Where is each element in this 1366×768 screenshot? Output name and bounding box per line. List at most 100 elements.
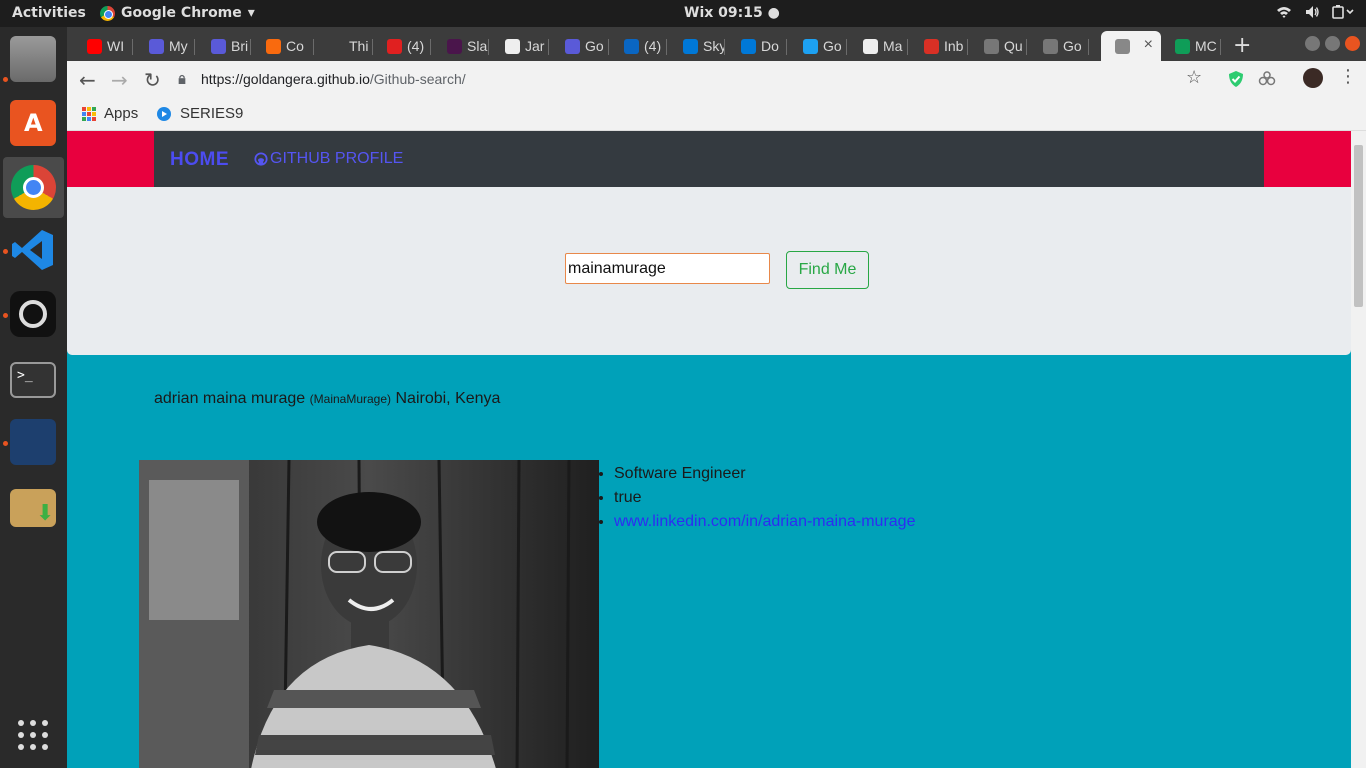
running-indicator [3, 77, 8, 82]
volume-icon [1306, 6, 1319, 18]
tab-favicon-icon [984, 38, 999, 54]
tab-label: Go [1063, 38, 1082, 54]
browser-window: WI My Bri Co Thi (4) Sla Jar Go (4) Sky Do Go Ma Inb Qu… [67, 27, 1366, 768]
extension-icon[interactable] [1258, 70, 1276, 88]
browser-tab[interactable]: WI [73, 31, 133, 61]
browser-tab[interactable]: Bri [197, 31, 251, 61]
show-applications-icon[interactable] [18, 720, 48, 750]
bookmark-label: SERIES9 [180, 105, 244, 122]
close-tab-icon[interactable]: × [1144, 36, 1153, 54]
profile-avatar[interactable] [1303, 68, 1323, 88]
tab-favicon-icon [387, 38, 402, 54]
chrome-logo-icon [11, 165, 56, 210]
web-page: HOME GITHUB PROFILE Find Me adrian maina… [67, 131, 1351, 768]
browser-tab[interactable]: Jar [491, 31, 549, 61]
bookmark-series9[interactable]: SERIES9 [156, 105, 243, 122]
browser-tab[interactable]: MC [1161, 31, 1221, 61]
reload-icon[interactable]: ↻ [144, 68, 161, 92]
browser-tab[interactable]: Do [727, 31, 787, 61]
chevron-down-icon: ▾ [247, 5, 255, 21]
software-center-glyph: A [24, 109, 43, 137]
play-circle-icon [157, 106, 171, 121]
maximize-window-button[interactable] [1325, 36, 1340, 51]
menu-kebab-icon[interactable]: ⋮ [1339, 66, 1357, 87]
bookmark-label: Apps [104, 105, 139, 122]
browser-tab[interactable]: Go [789, 31, 847, 61]
browser-tab[interactable]: Go [551, 31, 609, 61]
tab-label: Ma [883, 38, 903, 54]
tab-favicon-icon [624, 38, 639, 54]
chrome-icon [100, 5, 115, 21]
address-host: https://goldangera.github.io [201, 71, 370, 87]
tab-favicon-icon [149, 38, 164, 54]
vscode-icon[interactable] [10, 227, 56, 273]
tab-label: MC [1195, 38, 1217, 54]
address-bar[interactable]: https://goldangera.github.io/Github-sear… [177, 65, 1207, 93]
mysql-workbench-icon[interactable] [10, 419, 56, 465]
page-scrollbar[interactable] [1351, 131, 1366, 768]
minimize-window-button[interactable] [1305, 36, 1320, 51]
tab-favicon-icon [924, 38, 939, 54]
tab-favicon-icon [741, 38, 756, 54]
system-tray[interactable] [1276, 4, 1354, 20]
browser-tab[interactable]: × [1101, 31, 1161, 61]
bookmark-apps[interactable]: Apps [82, 105, 138, 122]
browser-tab[interactable]: Inb [910, 31, 968, 61]
clock[interactable]: Wix 09:15 ● [684, 5, 780, 21]
tab-label: (4) [407, 38, 425, 54]
dock: A >_ ⬇ [0, 27, 67, 768]
tab-label: Do [761, 38, 779, 54]
browser-tab[interactable]: Sla [433, 31, 489, 61]
home-link[interactable]: HOME [170, 149, 229, 171]
browser-tab[interactable]: (4) [373, 31, 431, 61]
github-profile-link[interactable]: GITHUB PROFILE [254, 150, 403, 168]
browser-tab[interactable]: Go [1029, 31, 1089, 61]
tab-favicon-icon [1115, 38, 1130, 54]
browser-tab[interactable]: Co [252, 31, 314, 61]
tab-label: Inb [944, 38, 964, 54]
bookmarks-bar: Apps SERIES9 [67, 97, 1366, 131]
navbar: HOME GITHUB PROFILE [154, 131, 1264, 187]
browser-tab[interactable]: Sky [669, 31, 725, 61]
browser-tab[interactable]: Ma [849, 31, 908, 61]
tab-favicon-icon [87, 38, 102, 54]
app-menu[interactable]: Google Chrome ▾ [100, 5, 255, 21]
tab-favicon-icon [803, 38, 818, 54]
close-window-button[interactable] [1345, 36, 1360, 51]
address-path: /Github-search/ [369, 71, 466, 87]
browser-tab[interactable]: Thi [315, 31, 373, 61]
download-arrow-icon: ⬇ [36, 501, 55, 526]
back-arrow-icon[interactable]: ← [79, 68, 96, 92]
archive-manager-icon[interactable]: ⬇ [10, 489, 56, 527]
tab-label: Go [585, 38, 604, 54]
profile-avatar-image [139, 460, 599, 768]
tab-label: Co [286, 38, 304, 54]
new-tab-button[interactable]: + [1233, 33, 1251, 58]
browser-tab[interactable]: (4) [610, 31, 667, 61]
browser-tab[interactable]: My [135, 31, 195, 61]
find-me-button[interactable]: Find Me [786, 251, 869, 289]
username-search-input[interactable] [565, 253, 770, 284]
tab-favicon-icon [683, 38, 698, 54]
apps-grid-icon [82, 106, 96, 121]
files-icon[interactable] [10, 36, 56, 82]
camera-icon[interactable] [10, 291, 56, 337]
tab-favicon-icon [505, 38, 520, 54]
activities-button[interactable]: Activities [12, 5, 86, 21]
browser-toolbar: ← → ↻ https://goldangera.github.io/Githu… [67, 61, 1366, 97]
tab-strip: WI My Bri Co Thi (4) Sla Jar Go (4) Sky Do Go Ma Inb Qu… [67, 27, 1366, 61]
profile-hireable: true [614, 486, 915, 510]
linkedin-link[interactable]: www.linkedin.com/in/adrian-maina-murage [614, 513, 915, 530]
tab-label: WI [107, 38, 125, 54]
shield-extension-icon[interactable] [1227, 70, 1245, 88]
chrome-dock-icon[interactable] [3, 157, 64, 218]
software-center-icon[interactable]: A [10, 100, 56, 146]
tab-label: Qu [1004, 38, 1023, 54]
forward-arrow-icon[interactable]: → [111, 68, 128, 92]
running-indicator [3, 249, 8, 254]
tab-favicon-icon [1043, 38, 1058, 54]
bookmark-star-icon[interactable]: ☆ [1186, 67, 1204, 88]
scrollbar-thumb[interactable] [1354, 145, 1363, 307]
browser-tab[interactable]: Qu [970, 31, 1027, 61]
terminal-icon[interactable]: >_ [10, 362, 56, 398]
